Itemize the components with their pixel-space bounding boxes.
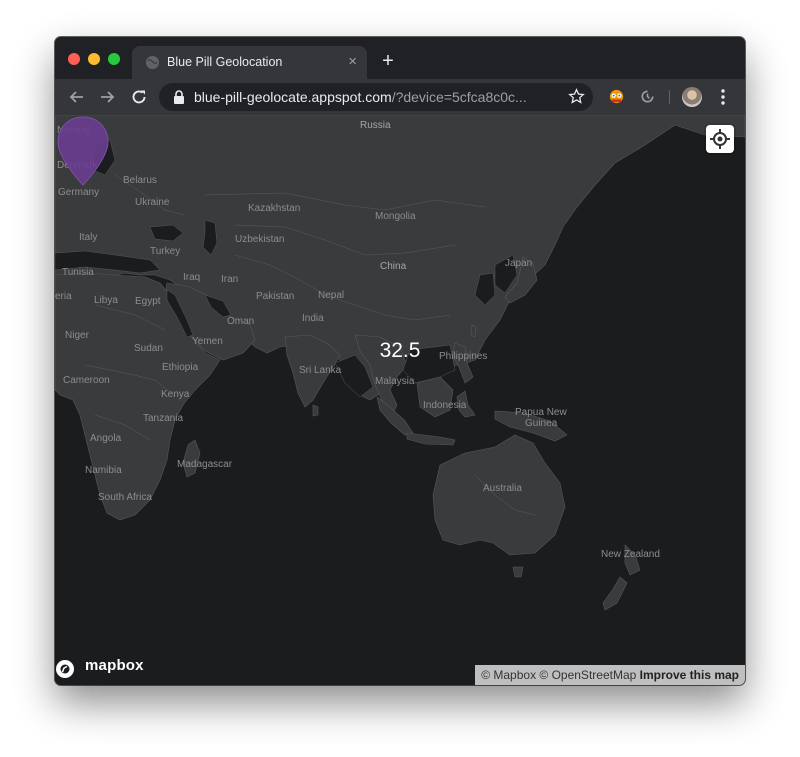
label-sudan: Sudan (134, 343, 163, 354)
back-arrow-icon[interactable] (67, 87, 87, 107)
label-japan: Japan (505, 258, 533, 269)
label-china: China (380, 261, 407, 272)
label-srilanka: Sri Lanka (299, 365, 342, 376)
window-minimize-button[interactable] (88, 53, 100, 65)
label-mongolia: Mongolia (375, 211, 416, 222)
label-iran: Iran (221, 274, 239, 285)
bookmark-star-icon[interactable] (568, 88, 585, 105)
label-uzbekistan: Uzbekistan (235, 234, 285, 245)
australia-landmass (432, 434, 566, 556)
profile-avatar[interactable] (682, 87, 702, 107)
label-pakistan: Pakistan (256, 291, 295, 302)
java-landmass (406, 432, 456, 446)
label-egypt: Egypt (135, 296, 161, 307)
url-text[interactable]: blue-pill-geolocate.appspot.com/?device=… (194, 89, 527, 105)
address-bar[interactable]: blue-pill-geolocate.appspot.com/?device=… (159, 83, 593, 111)
label-indonesia: Indonesia (423, 400, 467, 411)
label-russia: Russia (360, 120, 391, 131)
toolbar-separator (669, 90, 670, 104)
map-attribution: © Mapbox © OpenStreetMap Improve this ma… (475, 665, 745, 685)
tab-blue-pill-geolocation[interactable]: Blue Pill Geolocation × (132, 46, 367, 79)
geolocate-button[interactable] (706, 125, 734, 153)
mapbox-logo-text: mapbox (85, 657, 144, 674)
newzealand-south-landmass (602, 576, 628, 611)
location-marker-icon[interactable] (55, 115, 111, 189)
label-ukraine: Ukraine (135, 197, 170, 208)
attribution-text[interactable]: © Mapbox © OpenStreetMap (481, 668, 636, 682)
crosshair-icon (710, 129, 730, 149)
label-australia: Australia (483, 483, 522, 494)
tab-close-icon[interactable]: × (348, 53, 357, 71)
tab-title: Blue Pill Geolocation (167, 55, 283, 69)
label-madagascar: Madagascar (177, 459, 233, 470)
label-turkey: Turkey (150, 246, 181, 257)
label-malaysia: Malaysia (375, 376, 415, 387)
label-png: Papua New (515, 407, 567, 418)
label-philippines: Philippines (439, 351, 488, 362)
history-extension-icon[interactable] (639, 88, 656, 105)
label-tunisia: Tunisia (62, 267, 94, 278)
label-newzealand: New Zealand (601, 549, 660, 560)
label-ethiopia: Ethiopia (162, 362, 199, 373)
lock-icon[interactable] (173, 90, 185, 104)
label-italy: Italy (79, 232, 98, 243)
window-maximize-button[interactable] (108, 53, 120, 65)
label-iraq: Iraq (183, 272, 201, 283)
label-algeria: eria (55, 291, 72, 302)
borneo-landmass (416, 376, 454, 418)
reload-icon[interactable] (129, 87, 149, 107)
label-kazakhstan: Kazakhstan (248, 203, 301, 214)
label-niger: Niger (65, 330, 89, 341)
label-india: India (302, 313, 324, 324)
url-path: /?device=5cfca8c0c... (391, 89, 527, 105)
extension-icon[interactable] (608, 88, 625, 105)
url-host: blue-pill-geolocate.appspot.com (194, 89, 392, 105)
label-southafrica: South Africa (98, 492, 152, 503)
taiwan-landmass (470, 324, 477, 338)
new-tab-button[interactable]: + (375, 49, 401, 75)
label-yemen: Yemen (192, 336, 223, 347)
label-cameroon: Cameroon (63, 375, 110, 386)
label-oman: Oman (227, 316, 255, 327)
srilanka-landmass (312, 404, 319, 417)
map-canvas[interactable]: Norway Russia Denmark Belarus Germany Uk… (55, 115, 745, 685)
forward-arrow-icon[interactable] (97, 87, 117, 107)
browser-toolbar: blue-pill-geolocate.appspot.com/?device=… (55, 79, 745, 115)
improve-map-link[interactable]: Improve this map (640, 668, 739, 682)
browser-window: Blue Pill Geolocation × + blue-pill-geol… (55, 37, 745, 685)
tab-strip: Blue Pill Geolocation × + (55, 37, 745, 79)
tasmania-landmass (512, 566, 524, 578)
marker-value: 32.5 (379, 339, 421, 362)
mapbox-logo-icon[interactable] (55, 658, 75, 680)
label-png-2: Guinea (525, 418, 558, 429)
globe-favicon-icon (145, 55, 160, 70)
kebab-menu-icon[interactable] (715, 87, 731, 107)
label-namibia: Namibia (85, 465, 122, 476)
label-kenya: Kenya (161, 389, 190, 400)
label-angola: Angola (90, 433, 122, 444)
label-libya: Libya (94, 295, 118, 306)
label-tanzania: Tanzania (143, 413, 184, 424)
label-nepal: Nepal (318, 290, 345, 301)
window-close-button[interactable] (68, 53, 80, 65)
label-belarus: Belarus (123, 175, 157, 186)
